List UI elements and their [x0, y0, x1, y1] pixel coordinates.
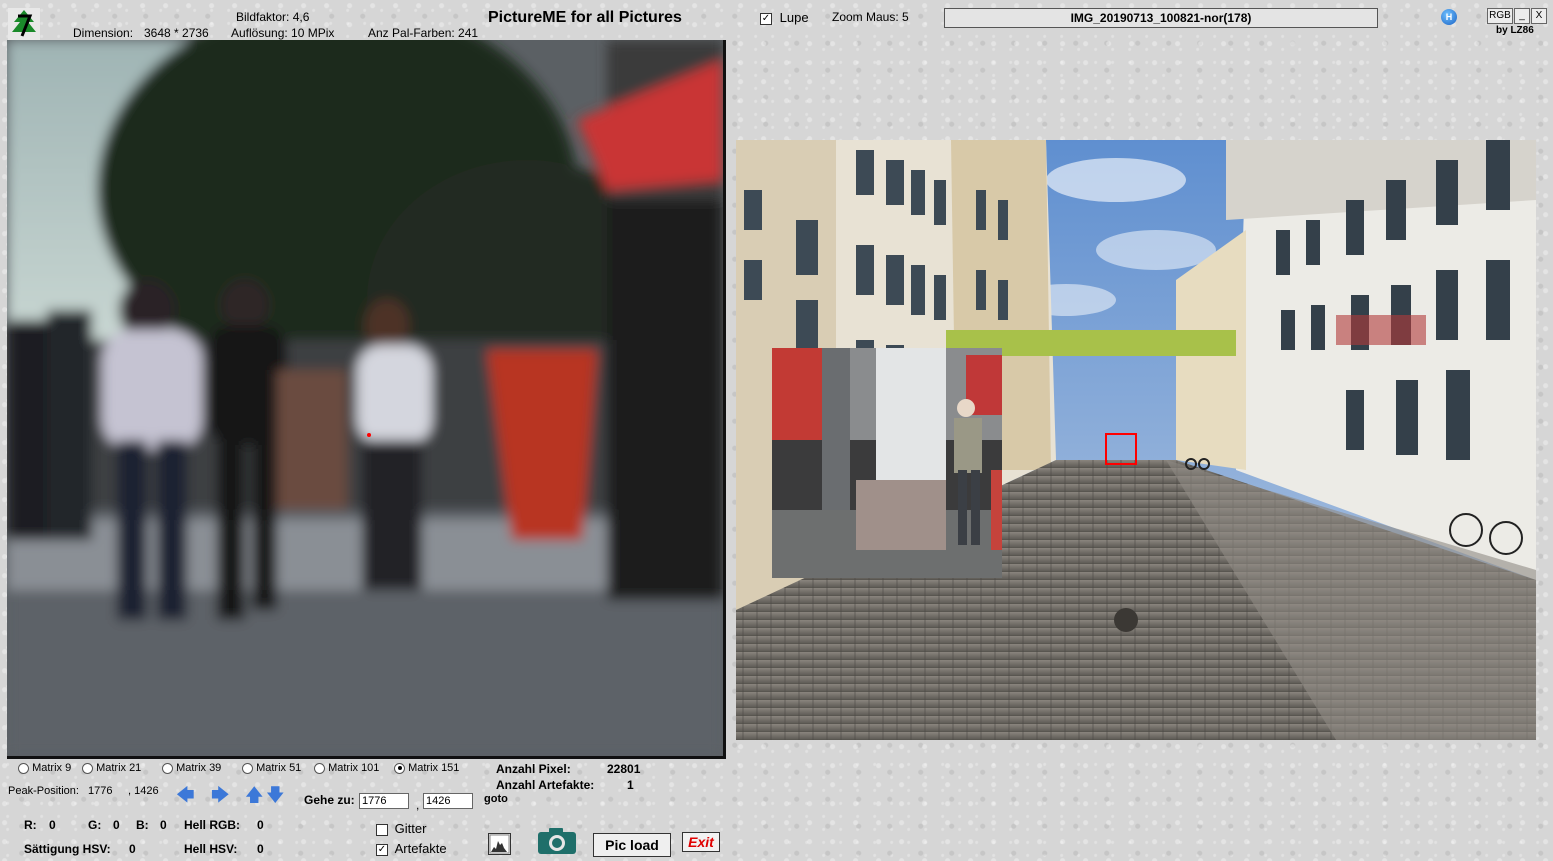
arrow-right-icon[interactable]: 🡆	[211, 786, 230, 804]
saettigung-value: 0	[129, 842, 136, 856]
hell-hsv-value: 0	[257, 842, 264, 856]
peak-x-value: 1776	[88, 785, 113, 797]
gitter-checkbox[interactable]: Gitter	[376, 821, 426, 836]
anzahl-pixel-value: 22801	[607, 762, 641, 776]
camera-icon[interactable]	[537, 827, 577, 855]
zoom-image-panel[interactable]	[7, 40, 726, 759]
matrix-radio-5[interactable]: Matrix 151	[394, 762, 459, 774]
zoom-maus-text: Zoom Maus: 5	[832, 10, 909, 24]
radio-icon[interactable]	[314, 762, 325, 774]
arrow-left-icon[interactable]: 🡄	[176, 786, 195, 804]
r-value: 0	[49, 818, 56, 832]
tree-logo-icon	[8, 8, 40, 40]
bildfaktor-text: Bildfaktor: 4,6	[236, 10, 310, 24]
artefakte-check-icon[interactable]: ✓	[376, 843, 388, 856]
peak-y-value: , 1426	[128, 785, 159, 797]
hell-hsv-label: Hell HSV:	[184, 842, 238, 856]
lupe-checkbox[interactable]: ✓ Lupe	[760, 10, 809, 25]
artefakte-checkbox[interactable]: ✓ Artefakte	[376, 841, 447, 856]
goto-comma: ,	[416, 798, 420, 812]
matrix-label: Matrix 39	[176, 762, 222, 774]
gitter-check-icon[interactable]	[376, 823, 388, 836]
histogram-icon[interactable]	[488, 833, 511, 855]
help-h-icon[interactable]: H	[1441, 9, 1457, 25]
gehe-zu-label: Gehe zu:	[304, 793, 355, 807]
b-value: 0	[160, 818, 167, 832]
rgb-button[interactable]: RGB	[1487, 8, 1513, 24]
gitter-label: Gitter	[394, 821, 427, 836]
hell-rgb-value: 0	[257, 818, 264, 832]
matrix-label: Matrix 151	[408, 762, 460, 774]
goto-button[interactable]: goto	[484, 793, 508, 805]
minimize-button[interactable]: _	[1514, 8, 1530, 24]
goto-x-input[interactable]	[359, 793, 409, 809]
matrix-label: Matrix 21	[96, 762, 142, 774]
matrix-radio-4[interactable]: Matrix 101	[314, 762, 379, 774]
dimension-label: Dimension:	[73, 26, 134, 40]
b-label: B:	[136, 818, 149, 832]
saettigung-label: Sättigung HSV:	[24, 842, 111, 856]
pal-farben-text: Anz Pal-Farben: 241	[368, 26, 479, 40]
matrix-radio-3[interactable]: Matrix 51	[242, 762, 301, 774]
radio-icon[interactable]	[242, 762, 253, 774]
hell-rgb-label: Hell RGB:	[184, 818, 241, 832]
anzahl-pixel-label: Anzahl Pixel:	[496, 762, 571, 776]
radio-selected-icon[interactable]	[394, 762, 405, 774]
matrix-radio-0[interactable]: Matrix 9	[18, 762, 71, 774]
app-title: PictureME for all Pictures	[488, 9, 682, 26]
r-label: R:	[24, 818, 37, 832]
exit-button[interactable]: Exit	[682, 832, 720, 852]
arrow-down-icon[interactable]: 🡇	[266, 786, 285, 804]
matrix-label: Matrix 101	[328, 762, 380, 774]
filename-display: IMG_20190713_100821-nor(178)	[944, 8, 1378, 28]
artefakte-label: Artefakte	[394, 841, 447, 856]
matrix-label: Matrix 51	[256, 762, 302, 774]
arrow-up-icon[interactable]: 🡅	[245, 786, 264, 804]
anzahl-artefakte-label: Anzahl Artefakte:	[496, 778, 595, 792]
matrix-radio-1[interactable]: Matrix 21	[82, 762, 141, 774]
main-image	[736, 140, 1536, 740]
pic-load-button[interactable]: Pic load	[593, 833, 671, 857]
peak-position-label: Peak-Position:	[8, 785, 79, 797]
lupe-check-icon[interactable]: ✓	[760, 12, 772, 25]
anzahl-artefakte-value: 1	[627, 778, 634, 792]
radio-icon[interactable]	[162, 762, 173, 774]
goto-y-input[interactable]	[423, 793, 473, 809]
g-value: 0	[113, 818, 120, 832]
dimension-value: 3648 * 2736	[144, 26, 209, 40]
close-button[interactable]: X	[1531, 8, 1547, 24]
radio-icon[interactable]	[18, 762, 29, 774]
matrix-label: Matrix 9	[32, 762, 72, 774]
aufloesung-text: Auflösung: 10 MPix	[231, 26, 335, 40]
g-label: G:	[88, 818, 102, 832]
radio-icon[interactable]	[82, 762, 93, 774]
lupe-label: Lupe	[779, 10, 809, 25]
main-image-panel[interactable]	[736, 140, 1536, 740]
matrix-radio-2[interactable]: Matrix 39	[162, 762, 221, 774]
by-credit: by LZ86	[1496, 25, 1534, 36]
zoom-image	[7, 40, 723, 756]
